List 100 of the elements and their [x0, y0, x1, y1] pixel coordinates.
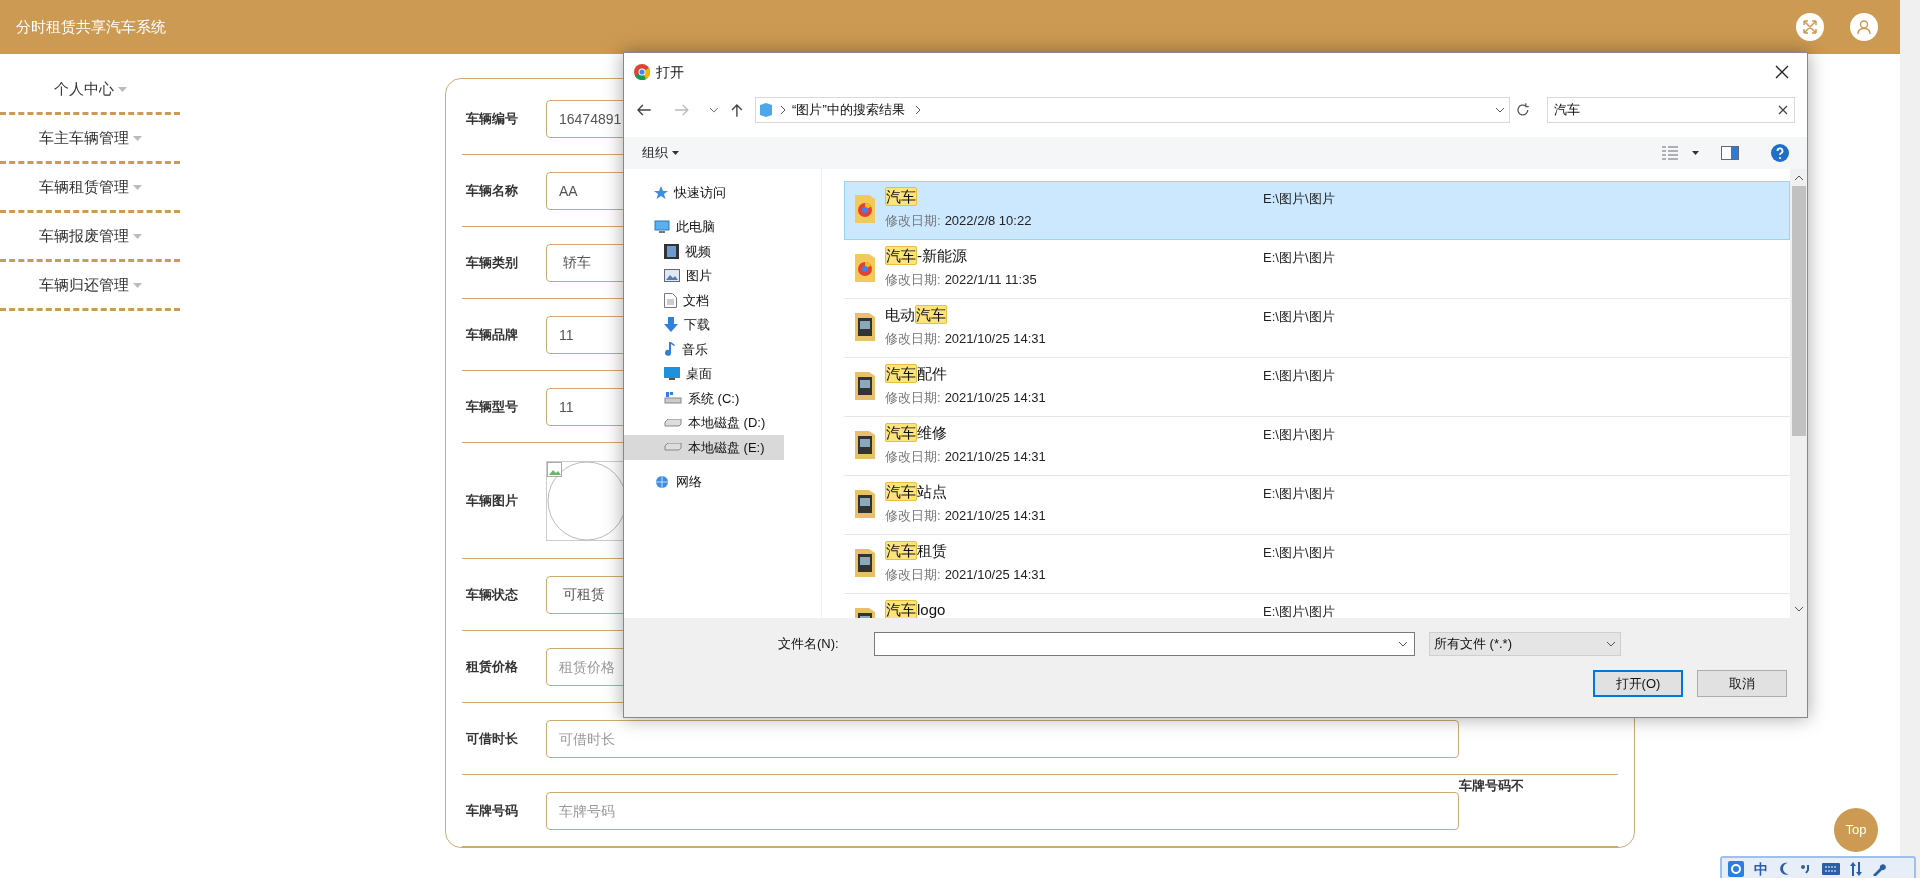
sidebar-item[interactable]: 个人中心 — [0, 66, 180, 115]
keyboard-icon[interactable] — [1822, 863, 1840, 875]
file-location: E:\图片\图片 — [1263, 544, 1335, 562]
clear-icon[interactable] — [1778, 105, 1788, 115]
date-label: 修改日期: — [885, 212, 941, 230]
user-icon — [1857, 20, 1871, 34]
punctuation-icon[interactable] — [1800, 863, 1812, 875]
film-icon — [664, 243, 679, 259]
date-label: 修改日期: — [885, 448, 941, 466]
caret-icon — [672, 151, 679, 155]
file-location: E:\图片\图片 — [1263, 367, 1335, 385]
star-icon — [654, 186, 668, 200]
file-row[interactable]: 汽车-新能源 修改日期: 2022/1/11 11:35 E:\图片\图片 — [844, 240, 1790, 299]
file-location: E:\图片\图片 — [1263, 190, 1335, 208]
sidebar-item[interactable]: 车辆归还管理 — [0, 262, 180, 311]
nav-item[interactable]: 网络 — [624, 469, 821, 494]
nav-item[interactable]: 本地磁盘 (D:) — [624, 410, 821, 435]
file-row[interactable]: 汽车配件 修改日期: 2021/10/25 14:31 E:\图片\图片 — [844, 358, 1790, 417]
open-button[interactable]: 打开(O) — [1593, 670, 1683, 697]
field-label: 车辆品牌 — [465, 325, 519, 344]
scroll-up-icon[interactable] — [1794, 175, 1803, 180]
field-label: 车辆编号 — [465, 109, 519, 128]
sidebar-item[interactable]: 车辆租赁管理 — [0, 164, 180, 213]
nav-item[interactable]: 文档 — [624, 288, 821, 313]
file-name: 汽车站点 — [885, 482, 948, 502]
date-label: 修改日期: — [885, 330, 941, 348]
file-row[interactable]: 汽车站点 修改日期: 2021/10/25 14:31 E:\图片\图片 — [844, 476, 1790, 535]
file-location: E:\图片\图片 — [1263, 603, 1335, 618]
field-label: 车辆图片 — [465, 491, 519, 510]
nav-item[interactable]: 快速访问 — [624, 181, 821, 205]
organize-menu-button[interactable]: 组织 — [642, 143, 679, 163]
address-bar[interactable]: “图片”中的搜索结果 — [755, 97, 1510, 123]
file-name-field[interactable] — [874, 632, 1415, 656]
caret-icon[interactable] — [1692, 151, 1699, 155]
list-scrollbar[interactable] — [1790, 169, 1807, 618]
up-arrow-icon[interactable] — [731, 103, 744, 117]
file-row[interactable]: 电动汽车 修改日期: 2021/10/25 14:31 E:\图片\图片 — [844, 299, 1790, 358]
chevron-down-icon[interactable] — [709, 107, 720, 113]
preview-pane-icon[interactable] — [1721, 146, 1739, 160]
nav-item[interactable]: 此电脑 — [624, 215, 821, 239]
search-icon[interactable] — [1728, 861, 1744, 877]
input-mode-label[interactable]: 中 — [1754, 858, 1768, 878]
fullscreen-button[interactable] — [1796, 13, 1824, 41]
nav-item[interactable]: 系统 (C:) — [624, 386, 821, 411]
network-icon — [654, 474, 670, 489]
close-icon — [1775, 65, 1789, 79]
back-arrow-icon[interactable] — [636, 104, 652, 116]
file-name-label: 文件名(N): — [778, 635, 840, 654]
scroll-down-icon[interactable] — [1794, 607, 1803, 612]
breadcrumb[interactable]: “图片”中的搜索结果 — [792, 100, 905, 120]
file-row[interactable]: 汽车维修 修改日期: 2021/10/25 14:31 E:\图片\图片 — [844, 417, 1790, 476]
drive-icon — [664, 418, 682, 427]
file-row[interactable]: 汽车 修改日期: 2022/2/8 10:22 E:\图片\图片 — [844, 181, 1790, 240]
file-type-select[interactable]: 所有文件 (*.*) — [1429, 632, 1621, 656]
field-label: 车辆状态 — [465, 585, 519, 604]
nav-item[interactable]: 本地磁盘 (E:) — [624, 435, 784, 460]
caret-icon — [132, 233, 142, 239]
moon-icon[interactable] — [1778, 862, 1790, 876]
field-label: 车辆类别 — [465, 253, 519, 272]
modified-date: 2022/1/11 11:35 — [944, 271, 1037, 289]
chevron-down-icon[interactable] — [1494, 107, 1505, 113]
field-label: 车辆型号 — [465, 397, 519, 416]
drive-icon — [664, 443, 682, 452]
cancel-button[interactable]: 取消 — [1697, 670, 1787, 697]
chevron-down-icon — [1606, 641, 1616, 647]
file-name: 汽车-新能源 — [885, 246, 968, 266]
page-scrollbar[interactable] — [1900, 0, 1920, 878]
help-icon[interactable] — [1771, 144, 1789, 162]
input-field[interactable]: 车牌号码 — [546, 791, 1459, 830]
sidebar-item[interactable]: 车主车辆管理 — [0, 115, 180, 164]
modified-date: 2021/10/25 14:31 — [944, 389, 1046, 407]
dialog-title: 打开 — [656, 62, 684, 82]
modified-date: 2022/2/8 10:22 — [944, 212, 1032, 230]
caret-icon — [132, 184, 142, 190]
file-name: 汽车租赁 — [885, 541, 948, 561]
arrows-icon[interactable] — [1850, 862, 1862, 876]
desktop-icon — [664, 367, 680, 381]
chevron-down-icon — [1398, 641, 1408, 647]
nav-item[interactable]: 下载 — [624, 312, 821, 337]
nav-item[interactable]: 音乐 — [624, 337, 821, 362]
drive-icon — [664, 392, 682, 405]
input-field[interactable]: 可借时长 — [546, 719, 1459, 758]
refresh-icon[interactable] — [1515, 103, 1530, 117]
file-name: 电动汽车 — [885, 305, 948, 325]
field-label: 租赁价格 — [465, 657, 519, 676]
chevron-right-icon — [914, 105, 921, 115]
nav-item[interactable]: 桌面 — [624, 361, 821, 386]
broken-image-icon — [547, 461, 563, 478]
browser-logo-icon — [634, 64, 650, 80]
modified-date: 2021/10/25 14:31 — [944, 330, 1046, 348]
expand-icon — [1803, 20, 1817, 34]
nav-item[interactable]: 视频 — [624, 239, 821, 264]
caret-icon — [132, 282, 142, 288]
caret-icon — [117, 86, 127, 92]
file-row[interactable]: 汽车租赁 修改日期: 2021/10/25 14:31 E:\图片\图片 — [844, 535, 1790, 594]
nav-item[interactable]: 图片 — [624, 263, 821, 288]
file-location: E:\图片\图片 — [1263, 308, 1335, 326]
file-location: E:\图片\图片 — [1263, 249, 1335, 267]
search-field[interactable]: 汽车 — [1547, 97, 1795, 123]
sidebar-item[interactable]: 车辆报废管理 — [0, 213, 180, 262]
